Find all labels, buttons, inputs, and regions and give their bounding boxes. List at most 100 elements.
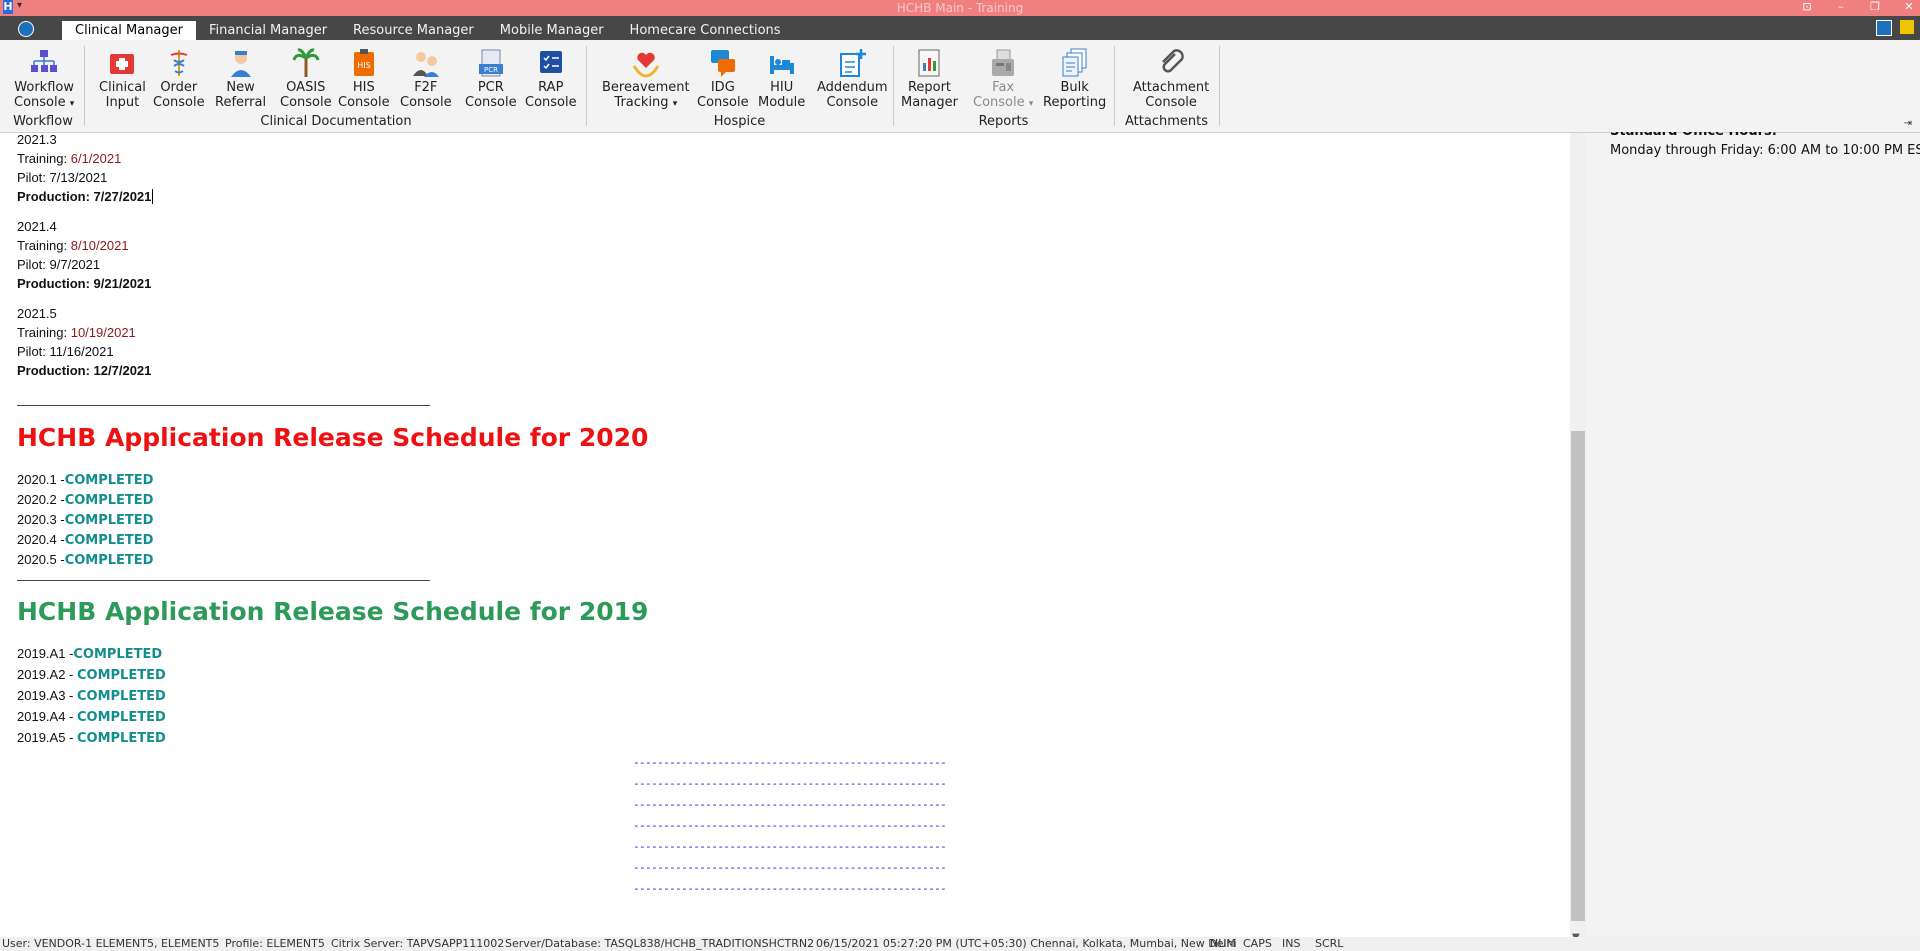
title-bar: H ▾ HCHB Main - Training ⊡ – ❐ ✕: [0, 0, 1920, 16]
dashed-line: ----------------------------------------…: [633, 861, 947, 874]
rap-console-label-1: RAP: [538, 80, 564, 95]
group-label-attachments: Attachments: [1125, 114, 1208, 129]
production-line: Production: 12/7/2021: [17, 361, 151, 380]
tab-mobile-manager[interactable]: Mobile Manager: [487, 21, 617, 40]
list-item: 2020.1 -COMPLETED: [17, 470, 153, 490]
tab-clinical-manager[interactable]: Clinical Manager: [62, 21, 196, 40]
nurse-icon: [227, 48, 255, 78]
bulk-reporting-label-1: Bulk: [1060, 80, 1089, 95]
ribbon: Workflow Console ▾ Clinical Input Order …: [0, 40, 1920, 133]
status-completed: COMPLETED: [64, 533, 154, 548]
status-profile: Profile: ELEMENT5: [225, 937, 325, 950]
pcr-console-label-2: Console: [465, 95, 517, 110]
group-separator: [1219, 46, 1220, 126]
release-2021-4: 2021.4 Training: 8/10/2021 Pilot: 9/7/20…: [17, 217, 151, 293]
lock-icon[interactable]: [1900, 20, 1914, 34]
status-completed: COMPLETED: [77, 710, 166, 725]
pcr-console-button[interactable]: PCR PCR Console: [465, 48, 517, 110]
oasis-console-button[interactable]: OASIS Console: [280, 48, 332, 110]
version-label: 2020.1 -: [17, 472, 65, 487]
chat-bubbles-icon: [709, 48, 737, 78]
attachment-console-button[interactable]: Attachment Console: [1133, 48, 1209, 110]
his-console-button[interactable]: HIS HIS Console: [338, 48, 390, 110]
training-label: Training:: [17, 151, 71, 166]
report-manager-button[interactable]: Report Manager: [901, 48, 958, 110]
his-console-label-2: Console: [338, 95, 390, 110]
scrollbar-thumb[interactable]: [1571, 431, 1585, 921]
production-label: Production:: [17, 363, 94, 378]
addendum-console-button[interactable]: Addendum Console: [817, 48, 888, 110]
pilot-date: 9/7/2021: [49, 257, 101, 272]
status-bar: User: VENDOR-1 ELEMENT5, ELEMENT5 Profil…: [0, 937, 1920, 951]
production-label: Production:: [17, 189, 94, 204]
pilot-date: 11/16/2021: [49, 344, 114, 359]
idg-console-button[interactable]: IDG Console: [697, 48, 749, 110]
fax-console-label-2: Console: [973, 95, 1025, 110]
vertical-scrollbar[interactable]: ▼: [1570, 133, 1586, 943]
rap-console-button[interactable]: RAP Console: [525, 48, 577, 110]
f2f-console-button[interactable]: F2F Console: [400, 48, 452, 110]
production-line: Production: 9/21/2021: [17, 274, 151, 293]
training-line: Training: 6/1/2021: [17, 149, 153, 168]
home-refresh-icon[interactable]: [18, 21, 34, 37]
release-version: 2021.4: [17, 219, 57, 234]
close-button[interactable]: ✕: [1902, 0, 1916, 13]
heart-hands-icon: [632, 48, 660, 78]
list-item: 2020.4 -COMPLETED: [17, 530, 153, 550]
order-console-button[interactable]: Order Console: [153, 48, 205, 110]
status-datetime: 06/15/2021 05:27:20 PM (UTC+05:30) Chenn…: [816, 937, 1237, 950]
list-item: 2020.3 -COMPLETED: [17, 510, 153, 530]
paperclip-icon: [1157, 48, 1185, 78]
pin-ribbon-icon[interactable]: ⇥: [1904, 118, 1912, 129]
release-version: 2021.5: [17, 306, 57, 321]
minimize-button[interactable]: –: [1834, 0, 1848, 13]
version-label: 2019.A4 -: [17, 709, 77, 724]
report-chart-icon: [915, 48, 943, 78]
version-label: 2019.A5 -: [17, 730, 77, 745]
pilot-label: Pilot:: [17, 344, 50, 359]
bulk-reporting-button[interactable]: Bulk Reporting: [1043, 48, 1106, 110]
collapse-ribbon-icon[interactable]: [1876, 20, 1892, 36]
version-label: 2019.A3 -: [17, 688, 77, 703]
hiu-module-button[interactable]: HIU Module: [758, 48, 805, 110]
new-referral-button[interactable]: New Referral: [215, 48, 266, 110]
training-label: Training:: [17, 325, 71, 340]
medical-kit-icon: [108, 48, 136, 78]
bereavement-tracking-button[interactable]: Bereavement Tracking ▾: [602, 48, 690, 112]
list-item: 2020.5 -COMPLETED: [17, 550, 153, 570]
workflow-console-button[interactable]: Workflow Console ▾: [14, 48, 74, 112]
list-item: 2020.2 -COMPLETED: [17, 490, 153, 510]
clinical-input-label-1: Clinical: [99, 80, 146, 95]
window-title: HCHB Main - Training: [896, 1, 1024, 15]
tab-financial-manager[interactable]: Financial Manager: [196, 21, 340, 40]
workflow-console-label-1: Workflow: [14, 80, 74, 95]
pilot-line: Pilot: 9/7/2021: [17, 255, 151, 274]
restore-layout-icon[interactable]: ⊡: [1800, 0, 1814, 13]
new-referral-label-2: Referral: [215, 95, 267, 110]
production-label: Production:: [17, 276, 94, 291]
production-date: 7/27/2021: [93, 189, 152, 204]
tab-resource-manager[interactable]: Resource Manager: [340, 21, 487, 40]
status-completed: COMPLETED: [64, 493, 154, 508]
hiu-module-label-2: Module: [758, 95, 806, 110]
dashed-line: ----------------------------------------…: [633, 777, 947, 790]
f2f-console-label-2: Console: [400, 95, 452, 110]
tab-homecare-connections[interactable]: Homecare Connections: [617, 21, 794, 40]
report-manager-label-2: Manager: [901, 95, 958, 110]
dashed-line: ----------------------------------------…: [633, 882, 947, 895]
horizontal-divider: [17, 405, 430, 406]
idg-console-label-2: Console: [697, 95, 749, 110]
status-num: NUM: [1210, 937, 1236, 950]
status-completed: COMPLETED: [77, 689, 166, 704]
his-console-label-1: HIS: [352, 80, 375, 95]
clinical-input-button[interactable]: Clinical Input: [99, 48, 146, 110]
fax-console-button[interactable]: Fax Console ▾: [973, 48, 1033, 112]
dashed-line: ----------------------------------------…: [633, 819, 947, 832]
rap-console-label-2: Console: [525, 95, 577, 110]
maximize-button[interactable]: ❐: [1868, 0, 1882, 13]
dropdown-arrow-icon: ▾: [1028, 99, 1034, 109]
status-completed: COMPLETED: [64, 553, 154, 568]
f2f-console-label-1: F2F: [414, 80, 438, 95]
version-label: 2019.A2 -: [17, 667, 77, 682]
training-line: Training: 8/10/2021: [17, 236, 151, 255]
